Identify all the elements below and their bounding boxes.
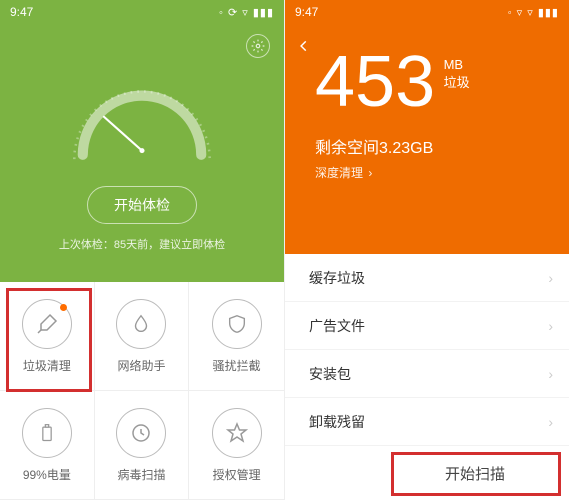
star-icon (225, 421, 249, 445)
chevron-right-icon: › (548, 414, 553, 430)
row-residual[interactable]: 卸载残留 › (285, 398, 569, 446)
gear-icon (251, 39, 265, 53)
row-apk[interactable]: 安装包 › (285, 350, 569, 398)
tile-battery[interactable]: 99%电量 (0, 391, 95, 500)
security-app-screen: 9:47 ◦ ⟳ ▿ ▮▮▮ 开始体检 上次体检：85天前，建议立即体检 垃圾清… (0, 0, 285, 500)
scan-icon (129, 421, 153, 445)
tile-label: 病毒扫描 (117, 466, 165, 483)
last-check-text: 上次体检：85天前，建议立即体检 (59, 236, 225, 252)
status-time: 9:47 (10, 5, 33, 19)
feature-grid: 垃圾清理 网络助手 骚扰拦截 99%电量 病毒扫描 授权管理 (0, 282, 284, 500)
bottom-bar: 开始扫描 (285, 446, 569, 500)
tile-label: 授权管理 (213, 466, 261, 483)
trash-size-number: 453 (315, 46, 435, 118)
chevron-left-icon (297, 36, 311, 56)
drop-icon (130, 313, 152, 335)
battery-icon (37, 421, 57, 445)
tile-permission[interactable]: 授权管理 (189, 391, 284, 500)
gauge-meter (57, 66, 227, 176)
deep-clean-link[interactable]: 深度清理 › (315, 164, 569, 181)
tile-virus[interactable]: 病毒扫描 (95, 391, 190, 500)
chevron-right-icon: › (548, 318, 553, 334)
start-scan-button[interactable]: 开始扫描 (421, 457, 529, 490)
cleaner-app-screen: 9:47 ◦ ▿ ▿ ▮▮▮ 453 MB 垃圾 剩余空间3.23GB 深度清理… (285, 0, 569, 500)
hero-panel: 9:47 ◦ ⟳ ▿ ▮▮▮ 开始体检 上次体检：85天前，建议立即体检 (0, 0, 284, 282)
tile-block[interactable]: 骚扰拦截 (189, 282, 284, 391)
tile-network[interactable]: 网络助手 (95, 282, 190, 391)
settings-button[interactable] (246, 34, 270, 58)
row-label: 安装包 (309, 364, 351, 384)
trash-size-unit: MB 垃圾 (444, 56, 470, 92)
row-label: 广告文件 (309, 316, 365, 336)
tile-label: 99%电量 (23, 466, 71, 483)
row-label: 缓存垃圾 (309, 268, 365, 288)
tile-label: 骚扰拦截 (213, 357, 261, 374)
status-bar: 9:47 ◦ ▿ ▿ ▮▮▮ (285, 0, 569, 24)
tile-label: 网络助手 (117, 357, 165, 374)
deep-clean-label: 深度清理 (315, 166, 363, 180)
row-label: 卸载残留 (309, 412, 365, 432)
tile-label: 垃圾清理 (23, 357, 71, 374)
row-cache[interactable]: 缓存垃圾 › (285, 254, 569, 302)
brush-icon (35, 312, 59, 336)
shield-icon (226, 313, 248, 335)
row-ads[interactable]: 广告文件 › (285, 302, 569, 350)
status-bar: 9:47 ◦ ⟳ ▿ ▮▮▮ (0, 0, 284, 24)
chevron-right-icon: › (368, 166, 372, 180)
status-time: 9:47 (295, 5, 318, 19)
category-list: 缓存垃圾 › 广告文件 › 安装包 › 卸载残留 › (285, 254, 569, 446)
chevron-right-icon: › (548, 366, 553, 382)
notification-dot (60, 304, 67, 311)
status-icons: ◦ ▿ ▿ ▮▮▮ (508, 6, 559, 19)
start-check-button[interactable]: 开始体检 (87, 186, 197, 224)
unit-text: MB (444, 57, 464, 72)
unit-sub-text: 垃圾 (444, 75, 470, 90)
chevron-right-icon: › (548, 270, 553, 286)
remaining-space: 剩余空间3.23GB (315, 134, 569, 158)
hero-panel: 9:47 ◦ ▿ ▿ ▮▮▮ 453 MB 垃圾 剩余空间3.23GB 深度清理… (285, 0, 569, 254)
back-button[interactable] (297, 36, 311, 62)
status-icons: ◦ ⟳ ▿ ▮▮▮ (219, 6, 274, 19)
tile-trash-clean[interactable]: 垃圾清理 (0, 282, 95, 391)
